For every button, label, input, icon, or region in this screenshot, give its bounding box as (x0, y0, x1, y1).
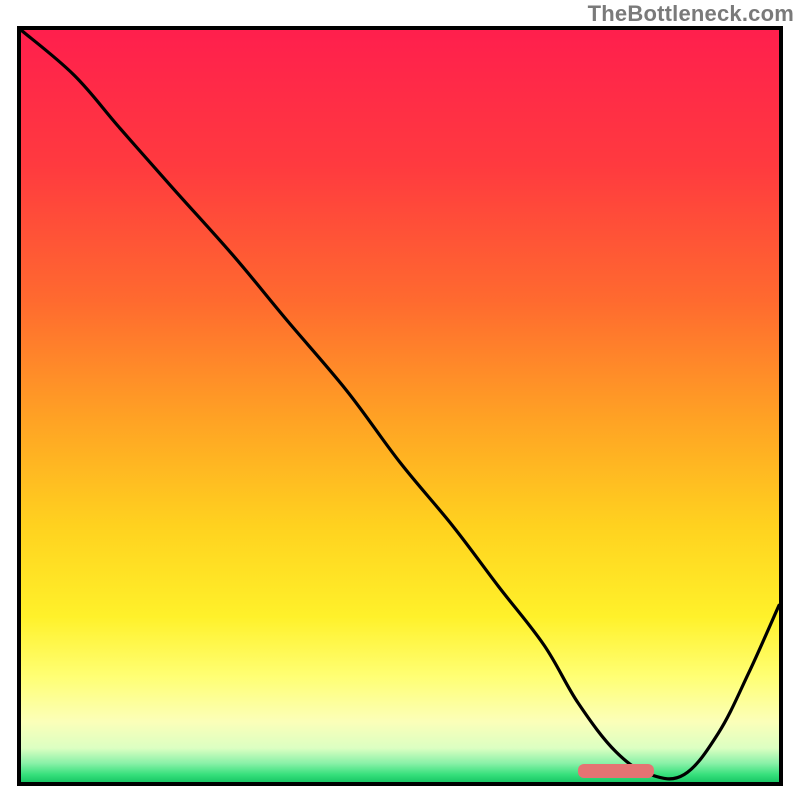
optimal-range-marker (578, 764, 654, 778)
attribution-text: TheBottleneck.com (588, 1, 794, 27)
heat-gradient-background (21, 30, 779, 782)
plot-frame (17, 26, 783, 786)
plot-area (21, 30, 779, 782)
